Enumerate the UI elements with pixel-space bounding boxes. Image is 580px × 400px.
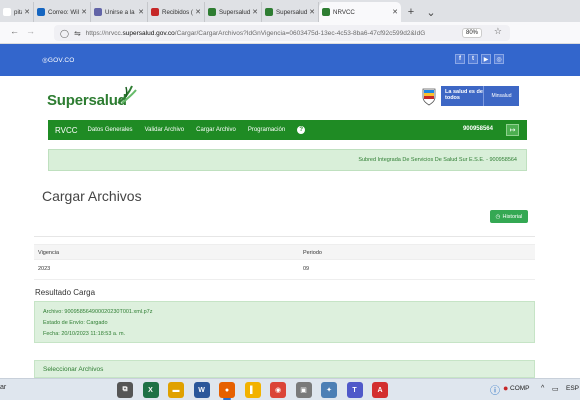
- gov-co-bar: ◎GOV.CO f t ▶ ◎: [0, 44, 580, 76]
- tab-favicon-icon: [94, 8, 102, 16]
- forward-icon[interactable]: →: [26, 26, 35, 36]
- cell-periodo: 09: [303, 266, 310, 272]
- colombia-shield-icon: [422, 88, 436, 106]
- address-bar[interactable]: ◯ ⇋ https://nrvcc.supersalud.gov.co/Carg…: [54, 25, 510, 41]
- result-box: Archivo: 900958564900020230T001.xml.p7z …: [34, 301, 535, 343]
- new-tab-button[interactable]: +: [401, 2, 421, 22]
- entity-bar: Subred Integrada De Servicios De Salud S…: [48, 149, 527, 171]
- url-text[interactable]: https://nrvcc.supersalud.gov.co/Cargar/C…: [86, 30, 426, 37]
- taskbar-firefox-icon[interactable]: ●: [219, 382, 235, 400]
- minsalud-banner[interactable]: La salud es de todos Minsalud: [441, 86, 519, 106]
- main-navbar: RVCC Datos Generales Validar Archivo Car…: [48, 120, 527, 140]
- tab-label: Recibidos (49) - re: [162, 8, 193, 16]
- historial-button[interactable]: ◷ Historial: [490, 210, 528, 223]
- entity-name: Subred Integrada De Servicios De Salud S…: [358, 157, 517, 163]
- taskbar-acrobat-icon[interactable]: A: [372, 382, 388, 398]
- youtube-icon[interactable]: ▶: [481, 54, 491, 64]
- minsalud-label: Minsalud: [483, 86, 519, 106]
- browser-toolbar: ← → ◯ ⇋ https://nrvcc.supersalud.gov.co/…: [0, 22, 580, 59]
- tab-label: Supersalud - Supe: [219, 8, 251, 16]
- taskbar-lang[interactable]: COMP: [510, 385, 530, 392]
- tab-label: Supersalud | Repo: [276, 8, 308, 16]
- taskbar-teams-icon[interactable]: T: [346, 382, 363, 398]
- browser-tab-strip: pital.go✕Correo: Wilfredo D✕Unirse a la …: [0, 0, 580, 22]
- network-icon[interactable]: ▭: [552, 385, 559, 393]
- cell-vigencia: 2023: [38, 266, 51, 272]
- taskbar-excel-icon[interactable]: X: [142, 382, 159, 398]
- resultado-carga-title: Resultado Carga: [35, 288, 96, 297]
- tab-close-icon[interactable]: ✕: [138, 8, 144, 16]
- help-circle-icon[interactable]: ⓘ: [490, 382, 500, 397]
- taskbar-word-icon[interactable]: W: [193, 382, 210, 398]
- taskbar-search-input[interactable]: ar: [0, 384, 6, 391]
- tab-favicon-icon: [265, 8, 273, 16]
- supersalud-logo-mark-icon: [117, 85, 137, 104]
- tab-close-icon[interactable]: ✕: [81, 8, 87, 16]
- taskbar-app8-icon[interactable]: ▣: [295, 382, 312, 398]
- tab-favicon-icon: [208, 8, 216, 16]
- tab-favicon-icon: [3, 8, 11, 16]
- browser-tab[interactable]: Supersalud - Supe✕: [205, 2, 262, 22]
- taskbar-explorer-icon[interactable]: ▬: [168, 382, 184, 398]
- taskbar-chrome-icon[interactable]: ◉: [270, 382, 286, 398]
- notification-icon[interactable]: ●: [503, 383, 508, 393]
- tab-favicon-icon: [322, 8, 330, 16]
- seleccionar-archivos-label: Seleccionar Archivos: [43, 366, 104, 373]
- zoom-level[interactable]: 80%: [461, 28, 482, 38]
- result-archivo: Archivo: 900958564900020230T001.xml.p7z: [43, 309, 153, 315]
- taskbar-app9-icon[interactable]: ✦: [321, 382, 337, 398]
- browser-tab[interactable]: Unirse a la convers✕: [91, 2, 148, 22]
- tab-label: Correo: Wilfredo D: [48, 8, 79, 16]
- historial-label: Historial: [502, 213, 523, 220]
- minsalud-slogan: La salud es de todos: [445, 89, 483, 101]
- nav-item-cargar-archivo[interactable]: Cargar Archivo: [196, 127, 236, 133]
- taskbar-files-icon[interactable]: ▌: [244, 382, 261, 398]
- twitter-icon[interactable]: t: [468, 54, 478, 64]
- nav-item-validar-archivo[interactable]: Validar Archivo: [145, 127, 185, 133]
- tab-label: Unirse a la convers: [105, 8, 136, 16]
- back-icon[interactable]: ←: [10, 26, 19, 36]
- page-title: Cargar Archivos: [42, 188, 142, 204]
- result-estado: Estado de Envío: Cargado: [43, 320, 108, 326]
- logout-icon[interactable]: ↦: [506, 124, 519, 136]
- nav-brand[interactable]: RVCC: [55, 126, 78, 135]
- browser-tab[interactable]: Supersalud | Repo✕: [262, 2, 319, 22]
- header-vigencia: Vigencia: [38, 250, 59, 256]
- browser-tab[interactable]: Recibidos (49) - re✕: [148, 2, 205, 22]
- tab-close-icon[interactable]: ✕: [195, 8, 201, 16]
- tab-label: pital.go: [14, 8, 22, 16]
- header-periodo: Periodo: [303, 250, 322, 256]
- taskbar-locale[interactable]: ESP: [566, 385, 579, 392]
- browser-tab[interactable]: NRVCC ✕: [319, 2, 401, 22]
- table-header: Vigencia Periodo: [34, 244, 535, 260]
- result-fecha: Fecha: 20/10/2023 11:18:53 a. m.: [43, 331, 126, 337]
- gov-co-logo[interactable]: ◎GOV.CO: [42, 56, 74, 64]
- tab-list-button[interactable]: ⌄: [421, 2, 441, 22]
- taskbar-task-view-icon[interactable]: ⧉: [117, 382, 133, 398]
- seleccionar-archivos-panel[interactable]: Seleccionar Archivos: [34, 360, 535, 378]
- lock-icon[interactable]: ⇋: [74, 29, 81, 38]
- table-row: 2023 09: [34, 260, 535, 280]
- tab-close-icon[interactable]: ✕: [309, 8, 315, 16]
- tab-close-icon[interactable]: ✕: [24, 8, 30, 16]
- nav-item-programacion[interactable]: Programación: [248, 127, 285, 133]
- history-icon: ◷: [495, 213, 501, 220]
- bookmark-star-icon[interactable]: ☆: [494, 26, 502, 37]
- tab-close-icon[interactable]: ✕: [392, 8, 398, 16]
- windows-taskbar: ar ⓘ ● COMP ^ ▭ ESP ⧉ X ▬ W ● ▌ ◉ ▣ ✦ T A: [0, 378, 580, 400]
- shield-icon[interactable]: ◯: [60, 29, 69, 38]
- tab-close-icon[interactable]: ✕: [252, 8, 258, 16]
- browser-tab[interactable]: pital.go✕: [0, 2, 34, 22]
- tray-chevron-icon[interactable]: ^: [541, 385, 544, 392]
- tab-favicon-icon: [151, 8, 159, 16]
- nav-item-datos-generales[interactable]: Datos Generales: [88, 127, 133, 133]
- browser-tab[interactable]: Correo: Wilfredo D✕: [34, 2, 91, 22]
- help-icon[interactable]: ?: [297, 126, 306, 134]
- tab-favicon-icon: [37, 8, 45, 16]
- tab-label: NRVCC: [333, 8, 355, 16]
- divider: [34, 236, 535, 237]
- nav-nit: 900958564: [462, 126, 493, 132]
- facebook-icon[interactable]: f: [455, 54, 465, 64]
- instagram-icon[interactable]: ◎: [494, 54, 504, 64]
